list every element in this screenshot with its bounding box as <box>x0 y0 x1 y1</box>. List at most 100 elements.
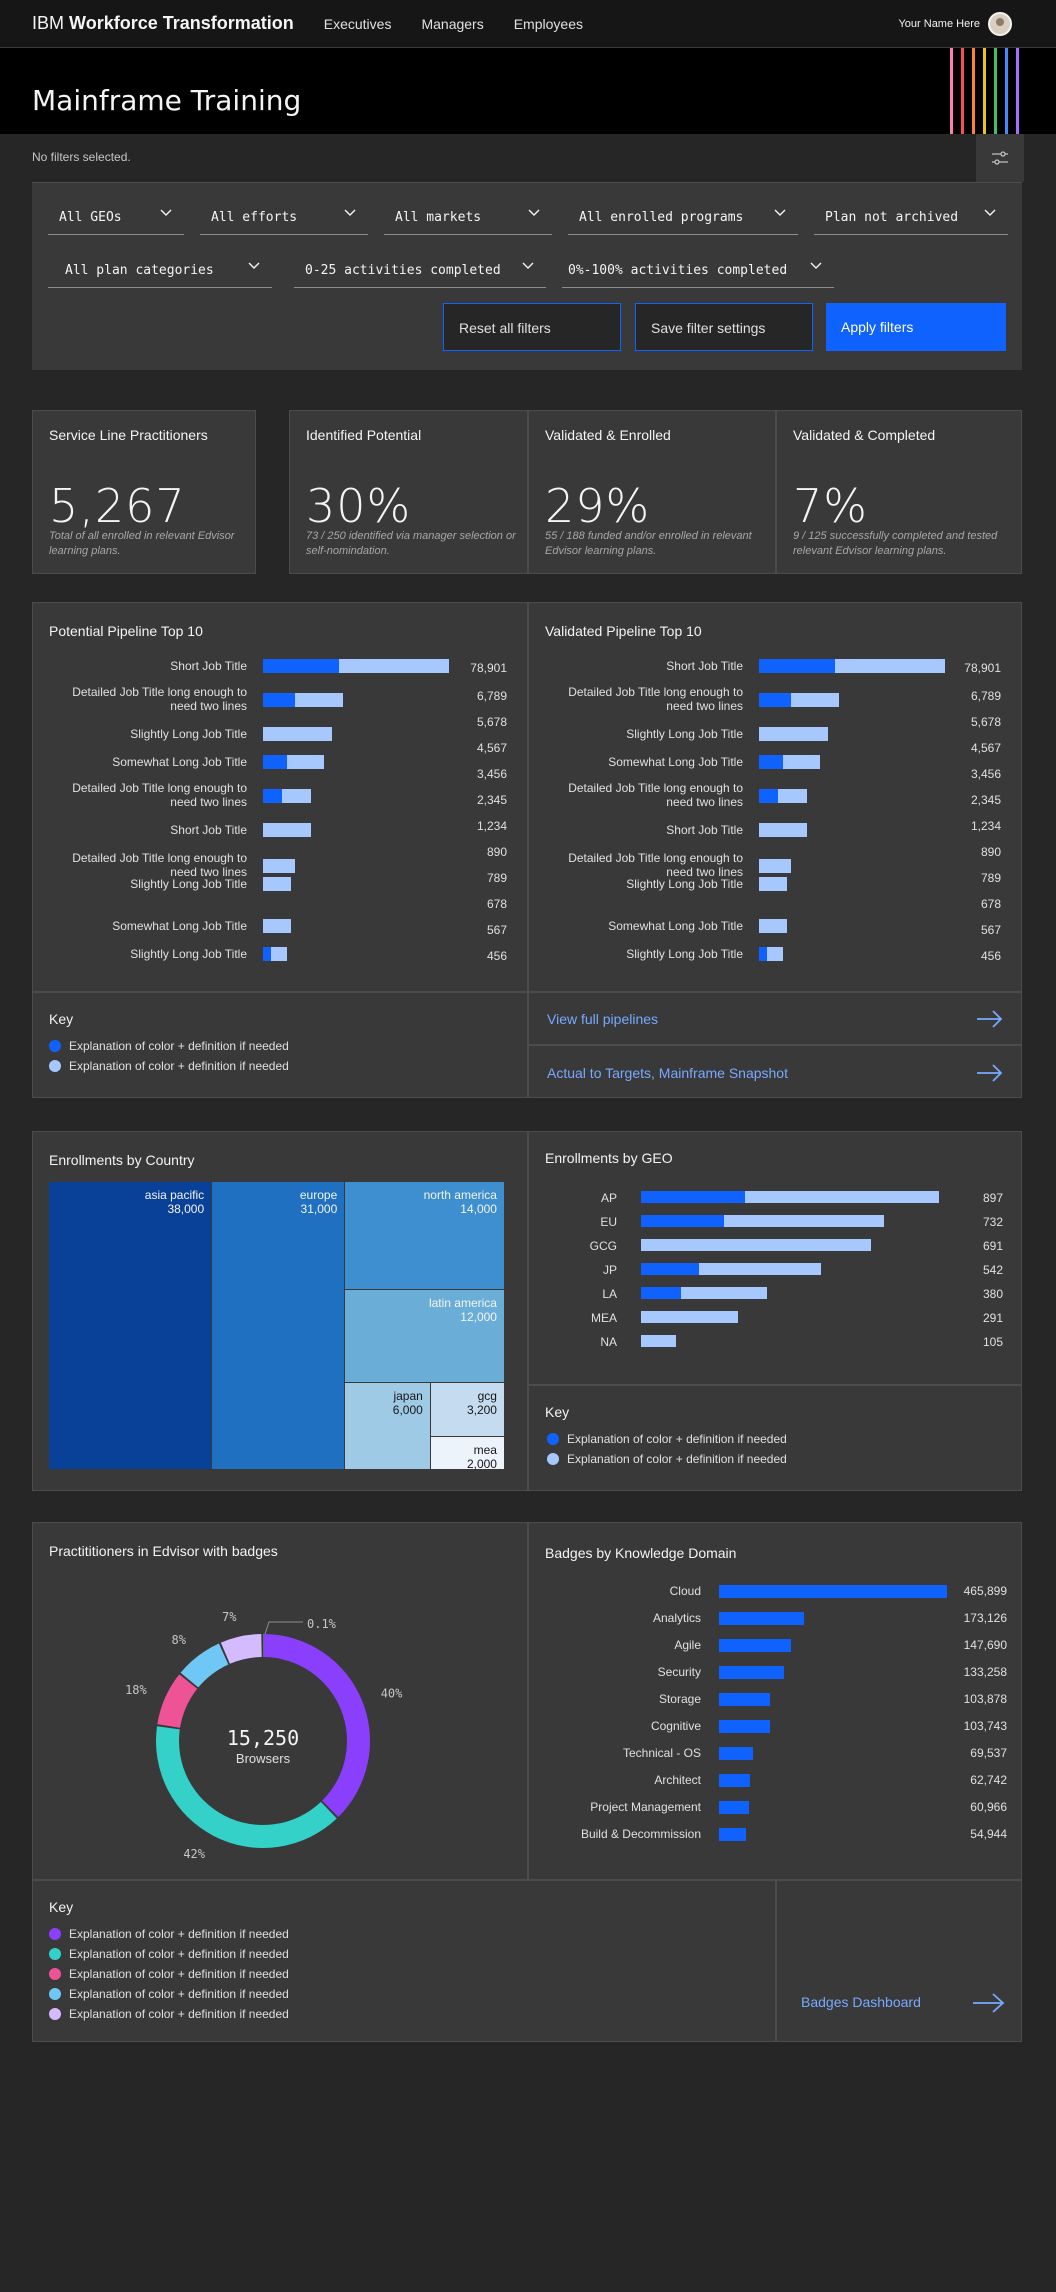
brand-prefix: IBM <box>32 13 65 33</box>
domain-label: Cloud <box>669 1584 701 1598</box>
domain-bar <box>719 1585 947 1598</box>
treemap-cell-gcg: gcg 3,200 <box>430 1383 505 1437</box>
treemap-value: 14,000 <box>460 1202 497 1216</box>
user-menu[interactable]: Your Name Here <box>898 12 1012 36</box>
pipeline-bar-segment <box>759 947 767 961</box>
arrow-right-icon <box>977 1064 1003 1082</box>
pipeline-value: 5,678 <box>476 715 507 729</box>
pipeline-label: Slightly Long Job Title <box>130 727 247 741</box>
stripe <box>1005 48 1008 134</box>
domain-value: 465,899 <box>963 1584 1007 1598</box>
treemap-cell-europe: europe 31,000 <box>212 1182 346 1470</box>
pipeline-label: Slightly Long Job Title <box>626 727 743 741</box>
chevron-down-icon <box>522 262 534 269</box>
filter-settings-button[interactable] <box>976 134 1024 182</box>
key-item: Explanation of color + definition if nee… <box>49 2007 289 2021</box>
kpi-value: 5,267 <box>49 479 186 533</box>
nav-executives[interactable]: Executives <box>324 16 392 32</box>
key-item: Explanation of color + definition if nee… <box>49 1947 289 1961</box>
pipeline-bar <box>759 823 808 837</box>
pipeline-bar-segment <box>759 659 836 673</box>
pipeline-label: Short Job Title <box>666 659 743 673</box>
dropdown-programs-value: All enrolled programs <box>579 210 744 225</box>
filter-status: No filters selected. <box>32 150 131 164</box>
kpi-value: 30% <box>306 479 412 533</box>
dropdown-activities-count[interactable]: 0-25 activities completed <box>294 248 546 288</box>
page-title: Mainframe Training <box>32 84 302 117</box>
key-dot <box>49 1040 61 1052</box>
key-text: Explanation of color + definition if nee… <box>69 1947 289 1961</box>
treemap-name: mea <box>473 1442 497 1457</box>
treemap-cell-north-america: north america 14,000 <box>345 1182 505 1291</box>
domain-label: Agile <box>674 1638 701 1652</box>
key-title: Key <box>49 1011 74 1027</box>
treemap-label: japan 6,000 <box>393 1389 423 1417</box>
treemap-cell-latin-america: latin america 12,000 <box>345 1290 505 1384</box>
domain-label: Analytics <box>652 1611 701 1625</box>
kpi-note: 9 / 125 successfully completed and teste… <box>793 530 998 557</box>
pipeline-label: Short Job Title <box>170 659 247 673</box>
dropdown-geos[interactable]: All GEOs <box>48 195 184 235</box>
key-dot <box>49 1948 61 1960</box>
kpi-title: Validated & Completed <box>793 427 936 443</box>
domain-title: Badges by Knowledge Domain <box>545 1545 737 1561</box>
treemap-value: 31,000 <box>300 1202 338 1216</box>
key-dot <box>547 1433 559 1445</box>
dropdown-plan-archived[interactable]: Plan not archived <box>814 195 1008 235</box>
dropdown-activities-percent[interactable]: 0%-100% activities completed <box>562 248 834 288</box>
key-title: Key <box>49 1899 74 1915</box>
treemap-cell-mea: mea 2,000 <box>430 1436 505 1471</box>
pipeline-value: 2,345 <box>970 793 1001 807</box>
domain-bar <box>719 1720 770 1733</box>
pipeline-value: 789 <box>980 871 1001 885</box>
donut-slice <box>220 1634 262 1664</box>
validated-pipeline-card: Validated Pipeline Top 10 Short Job Titl… <box>528 602 1022 992</box>
country-treemap: asia pacific 38,000 europe 31,000 north amer… <box>49 1182 505 1471</box>
avatar <box>988 12 1012 36</box>
pipeline-label: Detailed Job Title long enough to need t… <box>568 851 743 879</box>
key-item: Explanation of color + definition if nee… <box>49 1967 289 1981</box>
badges-dashboard-link[interactable]: Badges Dashboard <box>776 1880 1022 2042</box>
geo-bar-segment <box>641 1191 746 1203</box>
pipeline-value: 1,234 <box>476 819 507 833</box>
save-filters-button[interactable]: Save filter settings <box>635 303 813 351</box>
dropdown-markets[interactable]: All markets <box>384 195 552 235</box>
kpi-value: 29% <box>545 479 651 533</box>
country-title: Enrollments by Country <box>49 1152 195 1168</box>
mainframe-snapshot-link[interactable]: Actual to Targets, Mainframe Snapshot <box>528 1045 1022 1098</box>
apply-filters-button[interactable]: Apply filters <box>826 303 1006 351</box>
pipeline-label: Detailed Job Title long enough to need t… <box>72 851 247 879</box>
kpi-note: Total of all enrolled in relevant Edviso… <box>49 530 235 557</box>
brand[interactable]: IBM Workforce Transformation <box>32 13 294 34</box>
dropdown-plan-categories[interactable]: All plan categories <box>48 248 272 288</box>
reset-filters-button[interactable]: Reset all filters <box>443 303 621 351</box>
dropdown-enrolled-programs[interactable]: All enrolled programs <box>568 195 798 235</box>
pipeline-label: Detailed Job Title long enough to need t… <box>72 685 247 713</box>
badges-key-card: Key Explanation of color + definition if… <box>32 1880 776 2042</box>
top-nav: IBM Workforce Transformation Executives … <box>0 0 1056 48</box>
geo-title: Enrollments by GEO <box>545 1150 673 1166</box>
key-title: Key <box>545 1404 570 1420</box>
pipeline-bar-segment <box>263 659 340 673</box>
geo-bar <box>641 1311 738 1323</box>
nav-managers[interactable]: Managers <box>421 16 483 32</box>
donut-title: Practititioners in Edvisor with badges <box>49 1543 278 1559</box>
pipeline-bar <box>263 859 295 873</box>
view-full-pipelines-link[interactable]: View full pipelines <box>528 992 1022 1045</box>
link-text: View full pipelines <box>547 1011 659 1027</box>
geo-bar <box>641 1239 871 1251</box>
pipeline-label: Short Job Title <box>666 823 743 837</box>
treemap-value: 6,000 <box>392 1403 423 1418</box>
geo-bar-segment <box>641 1287 682 1299</box>
key-text: Explanation of color + definition if nee… <box>69 2007 289 2021</box>
pipeline-bar <box>263 919 291 933</box>
nav-employees[interactable]: Employees <box>514 16 583 32</box>
kpi-card-enrolled: Validated & Enrolled 29% 55 / 188 funded… <box>528 410 776 574</box>
arrow-right-icon <box>977 1010 1003 1028</box>
key-item: Explanation of color + definition if nee… <box>49 1987 289 2001</box>
domain-value: 60,966 <box>970 1800 1007 1814</box>
treemap-label: mea 2,000 <box>467 1443 497 1471</box>
treemap-cell-asia-pacific: asia pacific 38,000 <box>49 1182 213 1470</box>
dropdown-efforts[interactable]: All efforts <box>200 195 368 235</box>
domain-label: Cognitive <box>650 1719 701 1733</box>
